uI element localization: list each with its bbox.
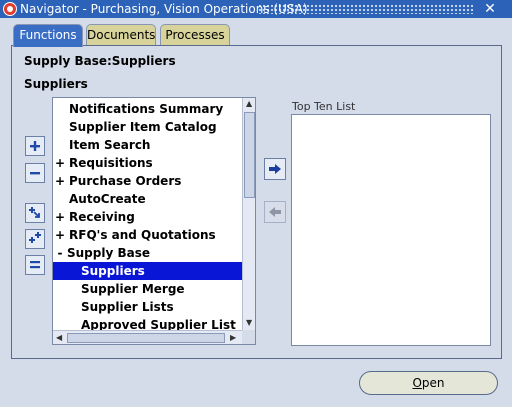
tab-label: Processes (165, 28, 225, 42)
expand-node-icon[interactable]: + (55, 154, 65, 172)
tree-item-label: Item Search (69, 138, 151, 152)
tree-item[interactable]: Notifications Summary (53, 100, 242, 118)
tab-functions[interactable]: Functions (13, 24, 83, 47)
tree-item-label: Requisitions (69, 156, 153, 170)
expand-button[interactable] (25, 136, 45, 156)
tree-item[interactable]: Supplier Merge (53, 280, 242, 298)
tree-vertical-scrollbar[interactable]: ▲ ▼ (242, 98, 255, 330)
function-tree[interactable]: Notifications Summary Supplier Item Catal… (52, 97, 256, 345)
tree-item[interactable]: + Receiving (53, 208, 242, 226)
tree-item-label: Supplier Item Catalog (69, 120, 217, 134)
top-ten-list[interactable] (291, 114, 491, 346)
tree-item[interactable]: Supplier Item Catalog (53, 118, 242, 136)
tree-item-label: Notifications Summary (69, 102, 224, 116)
tree-item-label: Purchase Orders (69, 174, 182, 188)
top-ten-label: Top Ten List (292, 100, 356, 113)
tree-item-label: AutoCreate (69, 192, 146, 206)
tab-label: Functions (19, 28, 77, 42)
title-bar-drag-area[interactable] (258, 4, 474, 14)
tree-item[interactable]: + Purchase Orders (53, 172, 242, 190)
horizontal-scroll-thumb[interactable] (67, 333, 225, 343)
tree-item-label: Suppliers (81, 264, 145, 278)
open-mnemonic: O (412, 376, 422, 390)
section-title: Suppliers (24, 77, 88, 91)
collapse-node-icon[interactable]: - (55, 244, 65, 262)
scrollbar-corner (242, 330, 255, 344)
tab-documents[interactable]: Documents (86, 24, 156, 46)
expand-branch-button[interactable] (25, 203, 45, 223)
tree-item-label: Supplier Lists (81, 300, 174, 314)
open-label-rest: pen (421, 376, 445, 390)
vertical-scroll-thumb[interactable] (244, 112, 255, 198)
tab-processes[interactable]: Processes (160, 24, 230, 46)
tree-item[interactable]: + RFQ's and Quotations (53, 226, 242, 244)
tab-label: Documents (87, 28, 156, 42)
expand-node-icon[interactable]: + (55, 208, 65, 226)
expand-all-button[interactable] (25, 229, 45, 249)
scroll-left-icon[interactable]: ◀ (56, 333, 62, 343)
expand-node-icon[interactable]: + (55, 226, 65, 244)
tree-horizontal-scrollbar[interactable]: ◀ ▶ (53, 330, 242, 344)
tree-item-label: RFQ's and Quotations (69, 228, 216, 242)
tree-item[interactable]: Supplier Lists (53, 298, 242, 316)
collapse-button[interactable] (25, 163, 45, 183)
title-bar: Navigator - Purchasing, Vision Operation… (0, 0, 512, 18)
scroll-right-icon[interactable]: ▶ (230, 333, 236, 343)
tree-item[interactable]: + Requisitions (53, 154, 242, 172)
add-to-top-ten-button[interactable] (264, 158, 286, 180)
collapse-all-button[interactable] (25, 255, 45, 275)
tree-item-label: Supplier Merge (81, 282, 185, 296)
breadcrumb: Supply Base:Suppliers (24, 54, 176, 68)
tree-item[interactable]: Item Search (53, 136, 242, 154)
open-button[interactable]: Open (359, 371, 498, 395)
tree-item[interactable]: AutoCreate (53, 190, 242, 208)
tree-item-label: Supply Base (67, 246, 151, 260)
tree-item-label: Receiving (69, 210, 135, 224)
scroll-up-icon[interactable]: ▲ (246, 99, 252, 109)
tree-item[interactable]: - Supply Base (53, 244, 242, 262)
close-icon[interactable]: ✕ (482, 2, 498, 16)
expand-node-icon[interactable]: + (55, 172, 65, 190)
remove-from-top-ten-button[interactable] (264, 201, 286, 223)
scroll-down-icon[interactable]: ▼ (246, 318, 252, 328)
oracle-app-icon (3, 2, 17, 16)
tree-item[interactable]: Suppliers (53, 262, 242, 280)
